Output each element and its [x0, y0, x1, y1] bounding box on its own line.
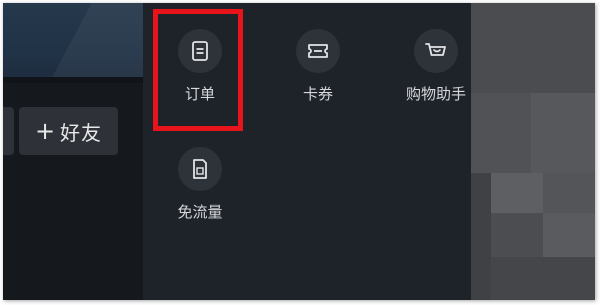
mosaic-block [531, 93, 595, 173]
banner-divider [3, 77, 143, 83]
mosaic-block [491, 257, 595, 300]
partial-button[interactable] [3, 107, 14, 155]
menu-item-shopping-assistant[interactable]: 购物助手 [391, 29, 481, 104]
background-page: + 好友 [3, 3, 143, 300]
mosaic-block [491, 213, 543, 257]
mosaic-block [491, 173, 543, 213]
menu-item-free-data[interactable]: 免流量 [155, 147, 245, 222]
ticket-icon [296, 29, 340, 73]
menu-item-label: 卡券 [302, 85, 333, 103]
mosaic-block [471, 173, 491, 300]
menu-item-coupons[interactable]: 卡券 [273, 29, 363, 104]
banner-image [3, 3, 143, 77]
banner-stripe [42, 3, 143, 77]
sim-card-icon [178, 147, 222, 191]
menu-item-label: 免流量 [177, 203, 223, 221]
mosaic-block [471, 93, 531, 173]
add-friend-label: 好友 [60, 120, 103, 145]
screenshot-frame: + 好友 订单 卡券 购物助手 免流量 [3, 3, 595, 300]
blurred-background [471, 3, 595, 300]
mosaic-block [543, 173, 595, 213]
mosaic-block [543, 213, 595, 257]
plus-icon: + [34, 117, 57, 145]
add-friend-button[interactable]: + 好友 [19, 107, 118, 155]
mosaic-block [471, 3, 595, 93]
menu-item-label: 购物助手 [405, 85, 466, 103]
shopping-basket-icon [414, 29, 458, 73]
highlight-box [153, 9, 243, 131]
